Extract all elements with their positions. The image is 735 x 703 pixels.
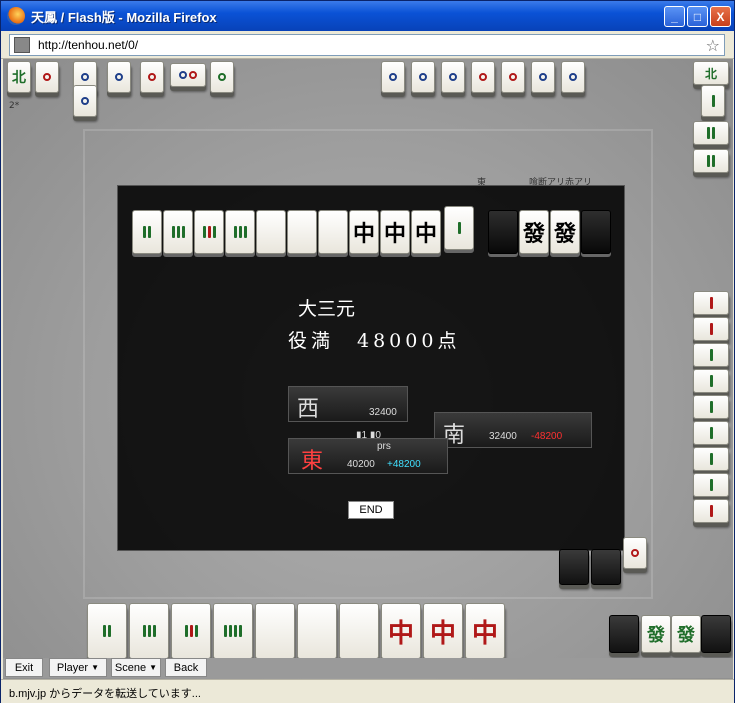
tile <box>441 61 465 93</box>
player-name-east: prs <box>377 441 391 452</box>
site-icon <box>14 37 30 53</box>
winning-tile <box>444 206 474 250</box>
tile <box>693 317 729 341</box>
player-dropdown[interactable]: Player ▼ <box>49 658 107 677</box>
player-east: 東 prs 40200 +48200 <box>288 438 448 474</box>
hand-tile[interactable] <box>87 603 127 659</box>
tile <box>693 149 729 173</box>
tile <box>693 395 729 419</box>
score-east: 40200 <box>347 459 375 470</box>
tile <box>163 210 193 254</box>
tile <box>210 61 234 93</box>
tile <box>693 473 729 497</box>
hand-tile[interactable]: 中 <box>423 603 463 659</box>
tile <box>488 210 518 254</box>
tile <box>531 61 555 93</box>
scene-dropdown[interactable]: Scene ▼ <box>111 658 161 677</box>
maximize-button[interactable]: □ <box>687 6 708 27</box>
tile <box>561 61 585 93</box>
minimize-button[interactable]: _ <box>664 6 685 27</box>
score-text: 役満 48000点 <box>288 330 461 352</box>
result-overlay: 中 中 中 發 發 大三元 役満 48000点 西 32400 南 32400 … <box>117 185 625 551</box>
hand-tile[interactable] <box>255 603 295 659</box>
tile <box>559 549 589 585</box>
tile <box>381 61 405 93</box>
tile <box>140 61 164 93</box>
tile: 發 <box>550 210 580 254</box>
status-text: b.mjv.jp からデータを転送しています... <box>9 688 201 700</box>
meld-tile <box>701 615 731 653</box>
yaku-name: 大三元 <box>298 298 356 320</box>
tile <box>194 210 224 254</box>
exit-button[interactable]: Exit <box>5 658 43 677</box>
navigation-bar: http://tenhou.net/0/ ☆ <box>1 31 734 59</box>
tile <box>35 61 59 93</box>
hand-tile[interactable] <box>213 603 253 659</box>
tile <box>318 210 348 254</box>
tile <box>693 421 729 445</box>
tile <box>581 210 611 254</box>
game-area[interactable]: 北 2* 北 東 喰断アリ赤アリ 中 中 中 發 發 大三元 役満 48000点… <box>3 59 733 679</box>
end-button[interactable]: END <box>348 501 394 519</box>
window-title: 天鳳 / Flash版 - Mozilla Firefox <box>31 9 217 25</box>
close-button[interactable]: X <box>710 6 731 27</box>
url-text[interactable]: http://tenhou.net/0/ <box>38 38 138 52</box>
tile <box>693 447 729 471</box>
chevron-down-icon: ▼ <box>91 663 100 672</box>
tile <box>107 61 131 93</box>
tile: 發 <box>519 210 549 254</box>
hand-tile[interactable]: 中 <box>381 603 421 659</box>
tile <box>411 61 435 93</box>
tile <box>693 369 729 393</box>
url-bar[interactable]: http://tenhou.net/0/ ☆ <box>9 34 725 56</box>
tile <box>701 85 725 117</box>
scene-label: Scene <box>114 661 147 674</box>
score-south: 32400 <box>489 431 517 442</box>
player-label: Player <box>56 661 89 674</box>
tile: 北 <box>7 61 31 93</box>
tile <box>287 210 317 254</box>
browser-window: 天鳳 / Flash版 - Mozilla Firefox _ □ X http… <box>0 0 735 703</box>
back-button[interactable]: Back <box>165 658 207 677</box>
tile <box>623 537 647 569</box>
wind-east: 東 <box>301 449 324 474</box>
player-south: 南 32400 -48200 <box>434 412 592 448</box>
status-bar: b.mjv.jp からデータを転送しています... <box>1 679 734 703</box>
delta-south: -48200 <box>531 431 563 442</box>
meld-tile: 發 <box>671 615 701 653</box>
tile: 北 <box>693 61 729 85</box>
hand-tile[interactable] <box>339 603 379 659</box>
tile <box>225 210 255 254</box>
tile <box>693 121 729 145</box>
title-bar: 天鳳 / Flash版 - Mozilla Firefox _ □ X <box>1 1 734 31</box>
star-icon[interactable]: ☆ <box>706 36 720 55</box>
score-west: 32400 <box>369 407 397 418</box>
control-bar: Exit Player ▼ Scene ▼ Back <box>3 658 733 678</box>
hand-tile[interactable]: 中 <box>465 603 505 659</box>
tile <box>132 210 162 254</box>
meld-tile: 發 <box>641 615 671 653</box>
meld-tile <box>609 615 639 653</box>
chevron-down-icon: ▼ <box>149 663 158 672</box>
hand-tile[interactable] <box>297 603 337 659</box>
tile <box>256 210 286 254</box>
hand-tile[interactable] <box>129 603 169 659</box>
delta-east: +48200 <box>387 459 421 470</box>
tile <box>591 549 621 585</box>
player-west: 西 32400 <box>288 386 408 422</box>
tile <box>693 499 729 523</box>
hand-tile[interactable] <box>171 603 211 659</box>
tile <box>501 61 525 93</box>
tile <box>170 63 206 87</box>
seat-label: 2* <box>9 101 20 111</box>
tile <box>73 85 97 117</box>
wind-west: 西 <box>297 397 320 422</box>
tile <box>471 61 495 93</box>
tile: 中 <box>380 210 410 254</box>
tile: 中 <box>411 210 441 254</box>
tile <box>693 291 729 315</box>
tile <box>693 343 729 367</box>
tile: 中 <box>349 210 379 254</box>
firefox-icon <box>7 7 25 25</box>
